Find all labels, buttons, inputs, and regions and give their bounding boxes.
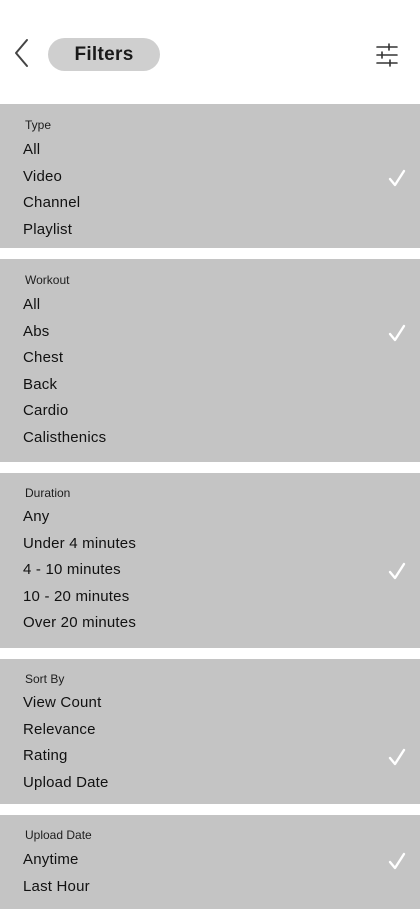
option-label: Playlist: [23, 220, 73, 238]
option-label: All: [23, 296, 41, 313]
option-label: Any: [23, 508, 50, 525]
section-title: Workout: [25, 273, 70, 287]
checkmark-icon: [386, 322, 408, 344]
option-label: Under 4 minutes: [23, 534, 137, 552]
filter-section-upload-date: Upload Date Anytime Last Hour: [0, 815, 420, 909]
option-cardio[interactable]: Cardio: [0, 399, 420, 425]
chevron-left-icon[interactable]: [8, 36, 36, 70]
option-label: Last Hour: [23, 877, 90, 895]
option-label: Abs: [23, 322, 50, 340]
option-label: 4 - 10 minutes: [23, 561, 121, 578]
option-chest[interactable]: Chest: [0, 346, 420, 372]
option-anytime[interactable]: Anytime: [0, 848, 420, 874]
option-view-count[interactable]: View Count: [0, 691, 420, 717]
filter-section-workout: Workout All Abs Chest Back Cardio Calisthenics: [0, 259, 420, 462]
option-over-20-minutes[interactable]: Over 20 minutes: [0, 611, 420, 637]
section-title: Duration: [25, 486, 71, 500]
filter-section-type: Type All Video Channel Playlist: [0, 104, 420, 248]
option-channel[interactable]: Channel: [0, 191, 420, 217]
option-all[interactable]: All: [0, 138, 420, 164]
option-label: Calisthenics: [23, 429, 107, 446]
option-all[interactable]: All: [0, 293, 420, 319]
option-label: All: [23, 141, 41, 158]
option-label: Rating: [23, 747, 68, 764]
option-playlist[interactable]: Playlist: [0, 218, 420, 244]
option-under-4-minutes[interactable]: Under 4 minutes: [0, 532, 420, 558]
option-label: Relevance: [23, 720, 96, 738]
option-label: Back: [23, 375, 58, 393]
option-last-hour[interactable]: Last Hour: [0, 875, 420, 901]
option-label: Upload Date: [23, 773, 109, 791]
option-10-20-minutes[interactable]: 10 - 20 minutes: [0, 585, 420, 611]
section-title: Sort By: [25, 672, 65, 686]
option-label: Cardio: [23, 402, 69, 420]
checkmark-icon: [386, 746, 408, 768]
option-upload-date[interactable]: Upload Date: [0, 771, 420, 797]
page-title: Filters: [48, 38, 160, 71]
option-label: Over 20 minutes: [23, 614, 137, 631]
option-label: 10 - 20 minutes: [23, 587, 130, 605]
checkmark-icon: [386, 560, 408, 582]
option-any[interactable]: Any: [0, 505, 420, 531]
option-label: Channel: [23, 194, 81, 211]
option-relevance[interactable]: Relevance: [0, 718, 420, 744]
option-label: Chest: [23, 349, 64, 367]
checkmark-icon: [386, 167, 408, 189]
option-label: Video: [23, 167, 63, 185]
option-label: View Count: [23, 694, 102, 711]
section-title: Upload Date: [25, 828, 92, 842]
sliders-icon[interactable]: [374, 42, 400, 68]
option-rating[interactable]: Rating: [0, 744, 420, 770]
filter-section-sort-by: Sort By View Count Relevance Rating Upload D…: [0, 659, 420, 804]
option-back[interactable]: Back: [0, 373, 420, 399]
checkmark-icon: [386, 850, 408, 872]
option-calisthenics[interactable]: Calisthenics: [0, 426, 420, 452]
option-abs[interactable]: Abs: [0, 320, 420, 346]
filter-section-duration: Duration Any Under 4 minutes 4 - 10 minutes…: [0, 473, 420, 648]
header: Filters: [0, 0, 420, 102]
section-title: Type: [25, 118, 52, 132]
option-label: Anytime: [23, 851, 79, 868]
option-4-10-minutes[interactable]: 4 - 10 minutes: [0, 558, 420, 584]
option-video[interactable]: Video: [0, 165, 420, 191]
